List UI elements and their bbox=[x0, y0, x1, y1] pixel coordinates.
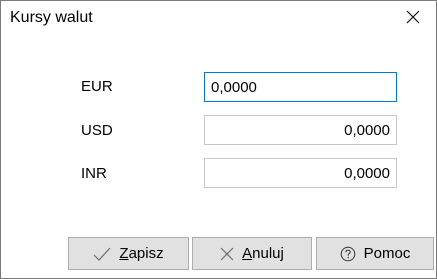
cancel-button[interactable]: Anuluj bbox=[192, 237, 312, 270]
usd-rate-field[interactable] bbox=[204, 115, 397, 145]
inr-label: INR bbox=[81, 165, 107, 182]
help-button-label: Pomoc bbox=[363, 245, 411, 262]
help-button[interactable]: Pomoc bbox=[316, 237, 434, 270]
exchange-rates-dialog: Kursy walut EUR USD INR Zapisz bbox=[0, 0, 437, 279]
usd-label: USD bbox=[81, 122, 113, 139]
inr-rate-field[interactable] bbox=[204, 158, 397, 188]
x-icon bbox=[220, 247, 234, 261]
eur-rate-field[interactable] bbox=[204, 72, 397, 102]
check-icon bbox=[93, 247, 111, 261]
question-circle-icon bbox=[340, 246, 356, 262]
cancel-button-label: Anuluj bbox=[242, 245, 284, 262]
save-button-label: Zapisz bbox=[119, 245, 164, 262]
title-bar[interactable]: Kursy walut bbox=[1, 1, 436, 33]
button-bar: Zapisz Anuluj Pomoc bbox=[1, 235, 436, 278]
close-icon bbox=[406, 10, 420, 24]
save-button[interactable]: Zapisz bbox=[68, 237, 189, 270]
dialog-title: Kursy walut bbox=[10, 9, 93, 26]
eur-label: EUR bbox=[81, 78, 113, 95]
close-button[interactable] bbox=[390, 1, 436, 33]
